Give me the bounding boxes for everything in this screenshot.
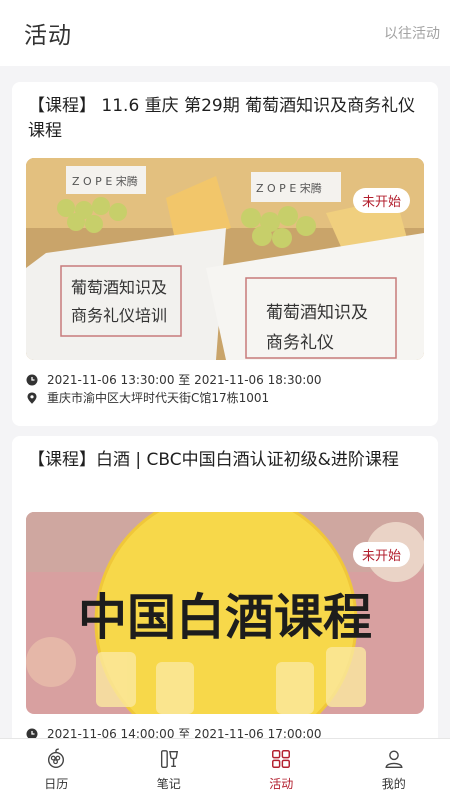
activity-card[interactable]: 【课程】 11.6 重庆 第29期 葡萄酒知识及商务礼仪课程 Z O P E 宋… bbox=[12, 82, 438, 426]
image-text: 葡萄酒知识及 bbox=[266, 303, 368, 323]
activity-image[interactable]: Z O P E 宋腾 Z O P E 宋腾 葡萄酒知识及 商务礼仪培训 葡萄酒知… bbox=[26, 158, 424, 360]
activity-title: 【课程】白酒 | CBC中国白酒认证初级&进阶课程 bbox=[28, 450, 399, 470]
activity-location-row: 重庆市渝中区大坪时代天街C馆17栋1001 bbox=[26, 389, 424, 407]
activity-title: 【课程】 11.6 重庆 第29期 葡萄酒知识及商务礼仪课程 bbox=[28, 96, 416, 141]
calendar-icon bbox=[48, 747, 65, 768]
activity-time: 2021-11-06 13:30:00 至 2021-11-06 18:30:0… bbox=[47, 373, 322, 387]
nav-item-notes[interactable]: 笔记 bbox=[113, 739, 226, 800]
page-title: 活动 bbox=[24, 23, 72, 49]
status-badge: 未开始 bbox=[352, 542, 410, 567]
clock-icon bbox=[26, 374, 38, 386]
location-pin-icon bbox=[27, 392, 37, 404]
activity-meta: 2021-11-06 13:30:00 至 2021-11-06 18:30:0… bbox=[26, 371, 424, 407]
nav-label: 活动 bbox=[269, 776, 294, 791]
nav-item-calendar[interactable]: 日历 bbox=[0, 739, 113, 800]
activity-image[interactable]: 中国白酒课程 未开始 bbox=[26, 512, 424, 714]
nav-item-profile[interactable]: 我的 bbox=[338, 739, 450, 800]
user-icon bbox=[385, 750, 403, 768]
wine-glass-icon bbox=[160, 749, 178, 768]
image-text: 商务礼仪培训 bbox=[71, 306, 167, 325]
image-text: 中国白酒课程 bbox=[78, 588, 372, 646]
app-header: 活动 以往活动 bbox=[0, 0, 450, 66]
activity-time: 2021-11-06 14:00:00 至 2021-11-06 17:00:0… bbox=[47, 727, 322, 738]
image-text: Z O P E 宋腾 bbox=[72, 174, 138, 188]
activity-list[interactable]: 【课程】 11.6 重庆 第29期 葡萄酒知识及商务礼仪课程 Z O P E 宋… bbox=[0, 66, 450, 738]
image-text: Z O P E 宋腾 bbox=[256, 181, 322, 195]
nav-label: 我的 bbox=[381, 776, 406, 791]
image-text: 葡萄酒知识及 bbox=[71, 278, 167, 297]
image-text: 商务礼仪 bbox=[266, 333, 334, 353]
activity-time-row: 2021-11-06 13:30:00 至 2021-11-06 18:30:0… bbox=[26, 371, 424, 389]
nav-label: 笔记 bbox=[156, 776, 181, 791]
nav-label: 日历 bbox=[44, 776, 69, 791]
clock-icon bbox=[26, 728, 38, 738]
past-events-link[interactable]: 以往活动 bbox=[384, 23, 440, 43]
grid-icon bbox=[272, 749, 291, 768]
status-badge: 未开始 bbox=[352, 188, 410, 213]
activity-time-row: 2021-11-06 14:00:00 至 2021-11-06 17:00:0… bbox=[26, 725, 424, 738]
activity-location: 重庆市渝中区大坪时代天街C馆17栋1001 bbox=[47, 391, 270, 405]
bottom-navigation: 日历 笔记 活动 我的 bbox=[0, 738, 450, 800]
activity-card[interactable]: 【课程】白酒 | CBC中国白酒认证初级&进阶课程 中国白酒课程 未开始 202… bbox=[12, 436, 438, 738]
activity-meta: 2021-11-06 14:00:00 至 2021-11-06 17:00:0… bbox=[26, 725, 424, 738]
nav-item-activities[interactable]: 活动 bbox=[225, 739, 338, 800]
